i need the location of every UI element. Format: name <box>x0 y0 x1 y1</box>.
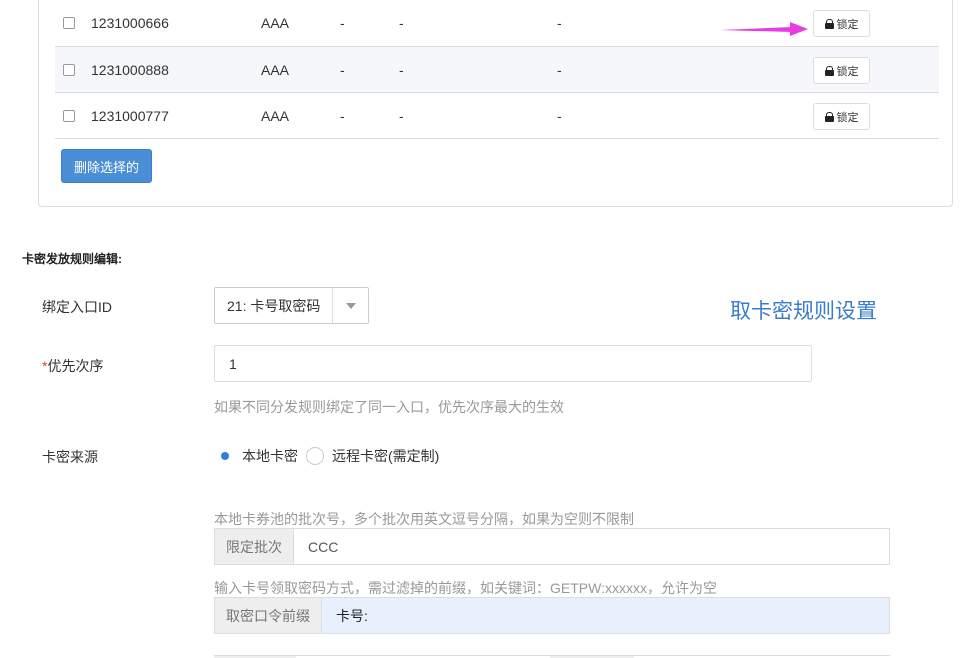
table-row: 1231000777 AAA - - - 锁定 <box>55 93 939 139</box>
annotation-arrow-icon <box>720 22 808 36</box>
lock-button-label: 锁定 <box>836 111 859 124</box>
dropdown-toggle[interactable] <box>332 288 368 323</box>
lock-button[interactable]: 锁定 <box>813 57 870 84</box>
card-col2: AAA <box>261 15 290 31</box>
lock-button-label: 锁定 <box>836 18 859 31</box>
lock-button[interactable]: 锁定 <box>813 10 870 37</box>
priority-label-text: 优先次序 <box>47 358 104 374</box>
card-col5: - <box>557 15 562 31</box>
lock-icon <box>824 65 834 76</box>
card-id: 1231000888 <box>91 61 169 78</box>
prefix-input[interactable]: 卡号: <box>322 598 889 633</box>
source-label: 卡密来源 <box>42 449 98 465</box>
delete-selected-button[interactable]: 删除选择的 <box>61 149 153 183</box>
card-col2: AAA <box>261 61 290 78</box>
card-col5: - <box>557 61 562 78</box>
card-col4: - <box>399 15 404 31</box>
batch-help: 本地卡券池的批次号，多个批次用英文逗号分隔，如果为空则不限制 <box>214 511 634 527</box>
prefix-addon: 取密口令前缀 <box>215 598 322 633</box>
caret-down-icon <box>345 302 356 309</box>
radio-local-source[interactable] <box>216 447 234 465</box>
card-col3: - <box>340 107 345 124</box>
section-title: 卡密发放规则编辑: <box>22 252 122 266</box>
source-radio-group: 本地卡密 远程卡密(需定制) <box>216 446 439 466</box>
card-id: 1231000666 <box>91 15 169 31</box>
batch-input-group: 限定批次 CCC <box>214 528 890 565</box>
table-row: 1231000888 AAA - - - 锁定 <box>55 47 939 93</box>
card-col4: - <box>399 107 404 124</box>
priority-label: *优先次序 <box>42 356 103 376</box>
lock-button-label: 锁定 <box>836 65 859 78</box>
priority-help: 如果不同分发规则绑定了同一入口，优先次序最大的生效 <box>214 399 564 415</box>
row-checkbox[interactable] <box>63 109 75 122</box>
radio-remote-label[interactable]: 远程卡密(需定制) <box>332 446 439 466</box>
card-col4: - <box>399 61 404 78</box>
lock-button[interactable]: 锁定 <box>813 103 870 130</box>
card-col3: - <box>340 15 345 31</box>
entry-id-select[interactable]: 21: 卡号取密码 <box>214 287 369 324</box>
batch-input[interactable]: CCC <box>294 529 889 564</box>
card-col5: - <box>557 107 562 124</box>
card-col3: - <box>340 61 345 78</box>
lock-icon <box>824 18 834 29</box>
card-col2: AAA <box>261 107 290 124</box>
lock-icon <box>824 111 834 122</box>
card-id: 1231000777 <box>91 107 169 124</box>
locked-cards-panel: 1231000666 AAA - - - 锁定 1231000888 AAA -… <box>38 0 953 207</box>
rule-settings-title: 取卡密规则设置 <box>730 300 877 323</box>
batch-addon: 限定批次 <box>215 529 294 564</box>
entry-id-value: 21: 卡号取密码 <box>227 297 321 314</box>
prefix-input-group: 取密口令前缀 卡号: <box>214 597 890 634</box>
entry-id-label: 绑定入口ID <box>42 299 112 315</box>
priority-input[interactable]: 1 <box>214 345 812 382</box>
radio-remote-source[interactable] <box>306 447 324 465</box>
radio-local-label[interactable]: 本地卡密 <box>242 446 298 466</box>
row-checkbox[interactable] <box>63 63 75 76</box>
prefix-help: 输入卡号领取密码方式，需过滤掉的前缀，如关键词：GETPW:xxxxxx，允许为… <box>214 580 717 596</box>
row-checkbox[interactable] <box>63 17 75 29</box>
